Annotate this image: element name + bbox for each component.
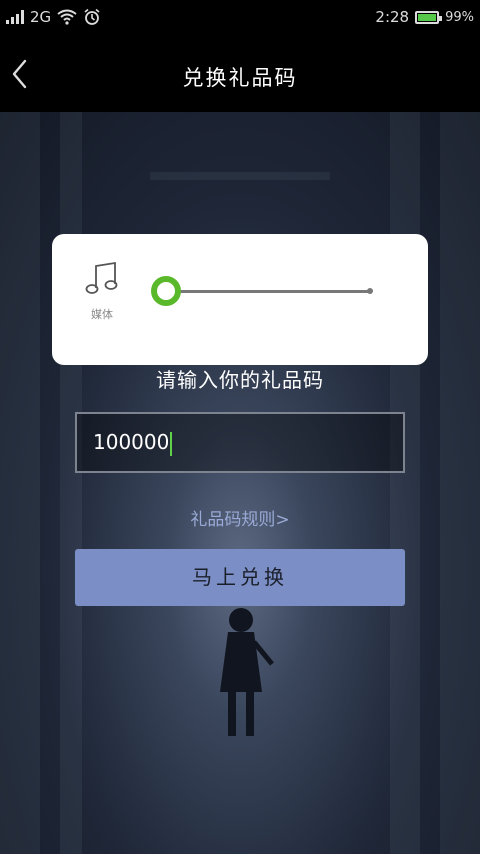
gift-code-rules-link[interactable]: 礼品码规则>	[0, 505, 480, 530]
status-left: 2G	[6, 8, 101, 26]
text-cursor	[170, 431, 173, 456]
background-image	[0, 112, 480, 854]
volume-slider-end	[367, 288, 373, 294]
volume-panel: 媒体	[52, 234, 428, 365]
code-prompt: 请输入你的礼品码	[156, 368, 324, 392]
wifi-icon	[57, 9, 77, 25]
title-bar: 兑换礼品码	[0, 36, 480, 112]
network-type: 2G	[30, 8, 52, 26]
status-bar: 2G 2:28 99%	[0, 0, 480, 36]
battery-percent: 99%	[445, 9, 474, 25]
redeem-now-button[interactable]: 马上兑换	[75, 549, 405, 606]
silhouette-figure	[220, 608, 274, 736]
volume-slider-track[interactable]	[166, 290, 372, 293]
clock: 2:28	[375, 8, 410, 26]
alarm-icon	[84, 8, 100, 25]
page-title: 兑换礼品码	[182, 66, 298, 90]
gift-code-input[interactable]: 100000	[75, 412, 405, 473]
battery-fill	[418, 13, 437, 21]
music-note-icon	[85, 261, 118, 294]
status-right: 2:28 99%	[375, 8, 474, 26]
battery-icon	[415, 10, 443, 24]
volume-slider-thumb[interactable]	[151, 276, 181, 306]
gift-code-value: 100000	[93, 430, 170, 454]
media-label: 媒体	[91, 308, 113, 321]
signal-icon	[6, 10, 24, 24]
